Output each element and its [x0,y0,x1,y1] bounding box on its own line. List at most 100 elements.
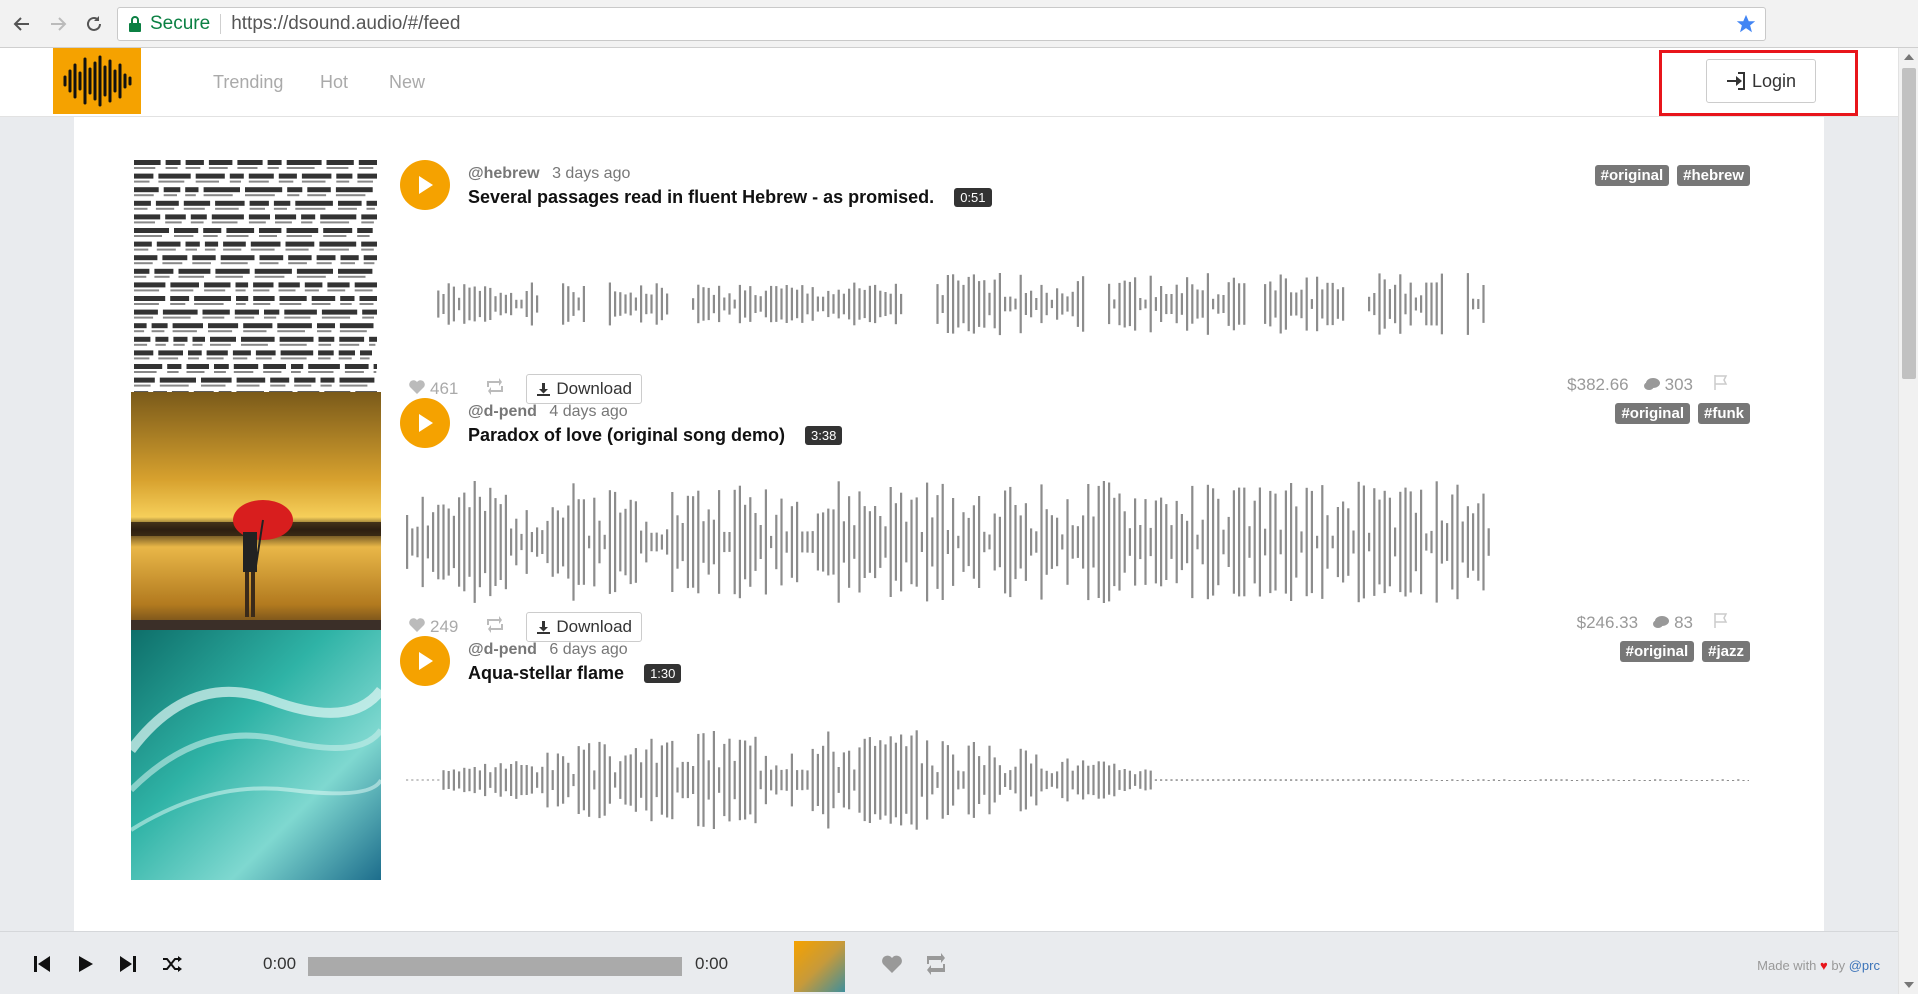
track-title[interactable]: Paradox of love (original song demo) [468,425,785,446]
waveform-bar [598,520,601,564]
waveform-bar [556,753,559,807]
nav-hot[interactable]: Hot [320,72,348,93]
track-author[interactable]: @d-pend [468,403,537,420]
heart-icon[interactable] [880,952,904,976]
waveform-bar [1227,516,1230,567]
waveform-bar [1321,485,1324,599]
waveform-bar [536,295,539,313]
text-line [245,187,283,193]
waveform-bar [941,295,944,313]
waveform-bar [1097,485,1100,598]
progress-bar[interactable] [308,957,682,976]
waveform-bar [1170,525,1173,559]
nav-new[interactable]: New [389,72,425,93]
text-line [339,336,365,342]
waveform-bar [1383,490,1386,594]
waveform-bar [931,517,934,567]
tag[interactable]: #original [1615,403,1690,424]
address-bar[interactable]: Secure https://dsound.audio/#/feed [117,7,1766,41]
text-line [284,309,317,315]
waveform-bar [957,770,960,790]
waveform-bar [416,526,419,558]
text-line [211,214,244,220]
play-button[interactable] [400,398,450,448]
waveform-bar [1742,780,1745,781]
waveform-bar [952,754,955,806]
waveform-bar [1134,498,1137,586]
dsound-logo[interactable] [53,48,141,114]
text-line [134,200,151,206]
waveform-bar [1108,283,1111,325]
waveform-bar [988,292,991,316]
text-line [279,336,314,342]
scroll-thumb[interactable] [1902,68,1916,379]
back-icon[interactable] [10,12,34,36]
play-button[interactable] [400,636,450,686]
text-line [134,187,159,193]
forward-icon[interactable] [46,12,70,36]
waveform-bar [842,521,845,563]
text-line [358,160,377,165]
waveform-bar [1654,779,1657,781]
repost-icon[interactable] [924,952,948,976]
waveform-bar [577,297,580,311]
waveform-bar [1009,486,1012,598]
tag[interactable]: #original [1619,641,1695,662]
nav-trending[interactable]: Trending [213,72,283,93]
waveform-bar [998,273,1001,336]
tag[interactable]: #jazz [1702,641,1750,662]
track-tags: #original #hebrew [1594,165,1750,186]
waveform-bar [868,285,871,323]
waveform-bar [1082,515,1085,569]
waveform-bar [1186,779,1189,781]
shuffle-icon[interactable] [160,952,184,976]
waveform-bar [1435,282,1438,326]
waveform-bar [1092,516,1095,568]
waveform-bar [1014,766,1017,794]
track-title[interactable]: Aqua-stellar flame [468,663,624,684]
scroll-down-arrow[interactable] [1904,982,1914,988]
gloss-line [316,262,332,265]
gloss-line [202,316,225,319]
waveform-bar [536,772,539,788]
next-icon[interactable] [116,952,140,976]
track-author[interactable]: @hebrew [468,165,540,182]
now-playing-cover[interactable] [794,941,845,992]
play-icon[interactable] [73,952,97,976]
waveform-bar [1706,780,1709,781]
waveform-bar [1227,779,1230,781]
tag[interactable]: #hebrew [1677,165,1750,186]
login-button[interactable]: Login [1706,59,1816,103]
waveform-bar [1238,779,1241,781]
text-line [278,173,297,179]
waveform-bar [1435,481,1438,603]
waveform-bar [692,496,695,588]
play-button[interactable] [400,160,450,210]
track-cover[interactable] [131,630,381,880]
text-line [288,255,312,261]
gloss-line [285,248,309,251]
waveform-bar [634,501,637,583]
waveform-bar [770,769,773,791]
url-text[interactable]: https://dsound.audio/#/feed [231,13,460,35]
bookmark-star-icon[interactable] [1735,13,1757,35]
track-title[interactable]: Several passages read in fluent Hebrew -… [468,187,934,208]
reload-icon[interactable] [82,12,106,36]
waveform-bar [816,753,819,806]
previous-icon[interactable] [30,952,54,976]
waveform[interactable] [404,690,1750,870]
track-duration: 3:38 [805,426,843,445]
gloss-line [275,221,292,224]
waveform-bar [1264,284,1267,324]
track-author[interactable]: @d-pend [468,641,537,658]
tag[interactable]: #funk [1697,403,1750,424]
footer-author-link[interactable]: @prc [1849,958,1880,973]
waveform-bar [1685,780,1688,781]
waveform-bar [733,489,736,595]
tag[interactable]: #original [1594,165,1670,186]
scroll-up-arrow[interactable] [1904,54,1914,60]
waveform-bar [1066,499,1069,585]
waveform-bar [988,534,991,550]
scrollbar[interactable] [1898,48,1918,994]
waveform-bar [967,517,970,567]
